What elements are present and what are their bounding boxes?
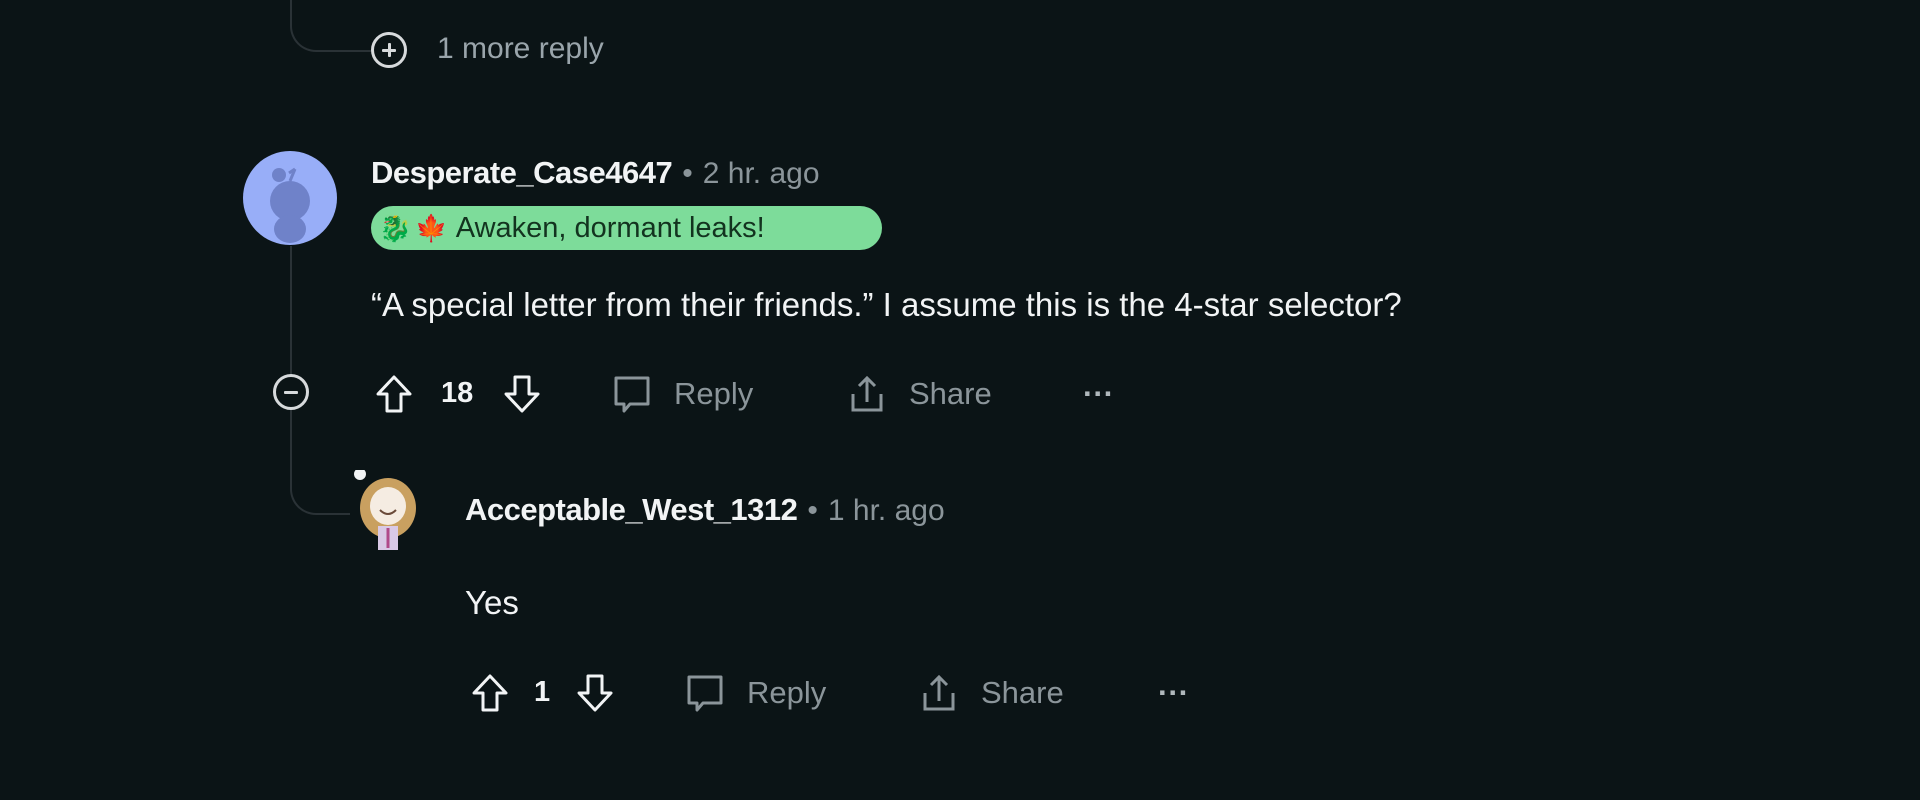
more-options-button[interactable]: ··· (1158, 675, 1189, 711)
downvote-arrow-icon (577, 674, 613, 712)
avatar[interactable] (350, 470, 426, 554)
username-link[interactable]: Acceptable_West_1312 (465, 492, 798, 528)
share-icon (923, 674, 955, 711)
timestamp[interactable]: 1 hr. ago (828, 494, 945, 528)
separator-dot: • (807, 494, 818, 527)
vote-count: 18 (441, 377, 474, 409)
separator-dot: • (682, 157, 693, 190)
thread-line-top (290, 0, 372, 52)
comment-bubble-icon (614, 376, 650, 413)
comment-header: Desperate_Case4647 • 2 hr. ago (371, 155, 820, 191)
downvote-button[interactable] (573, 671, 617, 715)
vote-count: 1 (534, 676, 551, 708)
upvote-arrow-icon (472, 674, 508, 712)
share-button[interactable]: Share (917, 671, 1064, 715)
more-replies-link[interactable]: 1 more reply (437, 32, 604, 66)
timestamp[interactable]: 2 hr. ago (703, 157, 820, 191)
reply-label: Reply (747, 675, 827, 710)
dragon-emoji-icon: 🐉 (379, 212, 412, 243)
ellipsis-icon: ··· (1083, 376, 1114, 411)
collapse-thread-button[interactable] (273, 374, 309, 410)
downvote-arrow-icon (504, 375, 540, 413)
reply-button[interactable]: Reply (683, 671, 826, 715)
more-options-button[interactable]: ··· (1083, 376, 1114, 412)
thread-line-main (290, 246, 292, 374)
share-button[interactable]: Share (845, 372, 992, 416)
downvote-button[interactable] (500, 372, 544, 416)
upvote-arrow-icon (376, 375, 412, 413)
custom-avatar-icon (354, 470, 416, 550)
maple-leaf-emoji-icon: 🍁 (415, 212, 448, 243)
thread-line-reply (290, 410, 350, 515)
reply-button[interactable]: Reply (610, 372, 753, 416)
minus-circle-icon (284, 390, 298, 394)
share-label: Share (981, 675, 1064, 710)
avatar[interactable] (243, 151, 337, 245)
share-label: Share (909, 376, 992, 411)
reply-label: Reply (674, 376, 754, 411)
plus-vertical (387, 43, 391, 57)
expand-replies-button[interactable] (371, 32, 407, 68)
comment-body: Yes (465, 584, 519, 621)
comment-header: Acceptable_West_1312 • 1 hr. ago (465, 492, 945, 528)
user-flair: 🐉 🍁 Awaken, dormant leaks! (371, 206, 882, 250)
flair-text: Awaken, dormant leaks! (455, 211, 765, 244)
comment-bubble-icon (687, 675, 723, 712)
comment-body: “A special letter from their friends.” I… (371, 286, 1402, 323)
ellipsis-icon: ··· (1158, 675, 1189, 710)
username-link[interactable]: Desperate_Case4647 (371, 155, 673, 191)
snoo-avatar-icon (270, 167, 310, 243)
upvote-button[interactable] (468, 671, 512, 715)
upvote-button[interactable] (372, 372, 416, 416)
share-icon (851, 375, 883, 412)
